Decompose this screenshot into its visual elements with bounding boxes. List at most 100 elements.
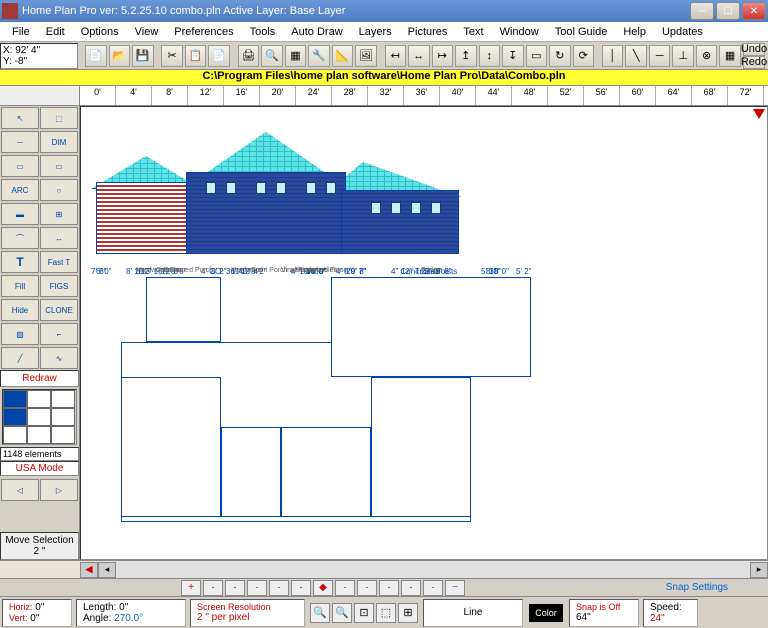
dim-tool[interactable]: DIM [40,131,78,153]
figs-tool[interactable]: FIGS [40,275,78,297]
scroll-left-icon[interactable]: ◀ [80,562,98,578]
close-button[interactable]: ✕ [742,2,766,20]
snap-center-icon[interactable]: ◆ [313,580,333,596]
nudge-right-icon[interactable]: ▷ [40,479,78,501]
align-l-icon[interactable]: ↤ [385,45,407,67]
horizontal-scrollbar[interactable]: ◀ ◂ ▸ [0,560,768,578]
cut-icon[interactable]: ✂ [161,45,183,67]
rect-tool-icon[interactable]: ▭ [40,155,78,177]
menu-view[interactable]: View [127,24,167,40]
ruler-marker-icon[interactable] [753,109,765,119]
align-b-icon[interactable]: ↧ [502,45,524,67]
layer-icon[interactable]: ▦ [285,45,307,67]
clone-tool[interactable]: CLONE [40,299,78,321]
color-button[interactable]: Color [529,604,563,622]
snap-btn[interactable]: · [423,580,443,596]
fast-text-tool[interactable]: Fast T [40,251,78,273]
snap-btn[interactable]: · [203,580,223,596]
snap-p-icon[interactable]: ⊥ [672,45,694,67]
arc-tool[interactable]: ARC [1,179,39,201]
text-tool[interactable]: T [1,251,39,273]
snap-btn[interactable]: · [291,580,311,596]
freehand-tool-icon[interactable]: ∿ [40,347,78,369]
snap-plus-icon[interactable]: + [181,580,201,596]
window-tool-icon[interactable]: ⊞ [40,203,78,225]
horizontal-ruler[interactable]: 0'4'8'12'16'20'24'28'32'36'40'44'48'52'5… [80,86,768,106]
snap-btn[interactable]: · [357,580,377,596]
menu-tools[interactable]: Tools [242,24,284,40]
new-icon[interactable]: 📄 [85,45,107,67]
usa-mode-label[interactable]: USA Mode [0,461,79,476]
grid-icon[interactable]: ▦ [719,45,741,67]
pipe-tool-icon[interactable]: ⌐ [40,323,78,345]
snap-btn[interactable]: · [269,580,289,596]
drawing-canvas[interactable]: 12' 0" 9' 8" 22' 0" 4' 8" 5' 3" 5' 2" 6'… [80,106,768,560]
snap-btn[interactable]: · [247,580,267,596]
select-tool-icon[interactable]: ↖ [1,107,39,129]
menu-preferences[interactable]: Preferences [166,24,241,40]
hide-tool[interactable]: Hide [1,299,39,321]
curve-tool-icon[interactable]: ⌒ [1,227,39,249]
zoom-window-icon[interactable]: ⊡ [354,603,374,623]
zoom-in-icon[interactable]: 🔍 [310,603,330,623]
find-icon[interactable]: 🔍 [261,45,283,67]
menu-help[interactable]: Help [615,24,654,40]
align-c-icon[interactable]: ↔ [408,45,430,67]
scroll-track[interactable] [116,562,750,578]
folder-tool-icon[interactable]: ▭ [1,155,39,177]
menu-layers[interactable]: Layers [351,24,400,40]
snap-minus-icon[interactable]: − [445,580,465,596]
snap-v-icon[interactable]: │ [602,45,624,67]
snap-btn[interactable]: · [225,580,245,596]
scroll-left-btn[interactable]: ◂ [98,562,116,578]
zoom-select-icon[interactable]: ⬚ [376,603,396,623]
align-r-icon[interactable]: ↦ [432,45,454,67]
rotate-icon[interactable]: ↻ [549,45,571,67]
zoom-out-icon[interactable]: 🔍 [332,603,352,623]
menu-file[interactable]: File [4,24,38,40]
menu-text[interactable]: Text [455,24,491,40]
polyline-tool-icon[interactable]: ╱ [1,347,39,369]
menu-edit[interactable]: Edit [38,24,73,40]
snap-btn[interactable]: · [401,580,421,596]
hatch-tool-icon[interactable]: ▨ [1,323,39,345]
menu-options[interactable]: Options [73,24,127,40]
undo-button[interactable]: Undo [743,43,765,56]
snap-settings-button[interactable]: Snap Settings [626,580,768,595]
nudge-left-icon[interactable]: ◁ [1,479,39,501]
align-t-icon[interactable]: ↥ [455,45,477,67]
paste-icon[interactable]: 📄 [208,45,230,67]
redo-button[interactable]: Redo [743,56,765,69]
menu-window[interactable]: Window [492,24,547,40]
linestyle-swatch[interactable] [2,389,77,445]
align-m-icon[interactable]: ↕ [479,45,501,67]
print-icon[interactable]: 🖨 [238,45,260,67]
snap-btn[interactable]: · [379,580,399,596]
fill-tool[interactable]: Fill [1,275,39,297]
zoom-all-icon[interactable]: ⊞ [398,603,418,623]
arrange-icon[interactable]: ▭ [526,45,548,67]
minimize-button[interactable]: ─ [690,2,714,20]
open-icon[interactable]: 📂 [109,45,131,67]
scroll-right-btn[interactable]: ▸ [750,562,768,578]
snap-h-icon[interactable]: ─ [649,45,671,67]
save-icon[interactable]: 💾 [132,45,154,67]
circle-tool-icon[interactable]: ○ [40,179,78,201]
marquee-tool-icon[interactable]: ⬚ [40,107,78,129]
refresh-icon[interactable]: ⟳ [573,45,595,67]
measure-icon[interactable]: 📐 [332,45,354,67]
snap-x-icon[interactable]: ⊗ [696,45,718,67]
image-icon[interactable]: 🖼 [355,45,377,67]
redraw-button[interactable]: Redraw [0,370,79,387]
move-selection-label[interactable]: Move Selection 2 " [0,532,79,560]
tool-icon[interactable]: 🔧 [308,45,330,67]
line-tool-icon[interactable]: ─ [1,131,39,153]
menu-updates[interactable]: Updates [654,24,711,40]
snap-btn[interactable]: · [335,580,355,596]
maximize-button[interactable]: ☐ [716,2,740,20]
menu-pictures[interactable]: Pictures [400,24,456,40]
dimline-tool-icon[interactable]: ↔ [40,227,78,249]
copy-icon[interactable]: 📋 [185,45,207,67]
menu-toolguide[interactable]: Tool Guide [547,24,616,40]
snap-d-icon[interactable]: ╲ [625,45,647,67]
